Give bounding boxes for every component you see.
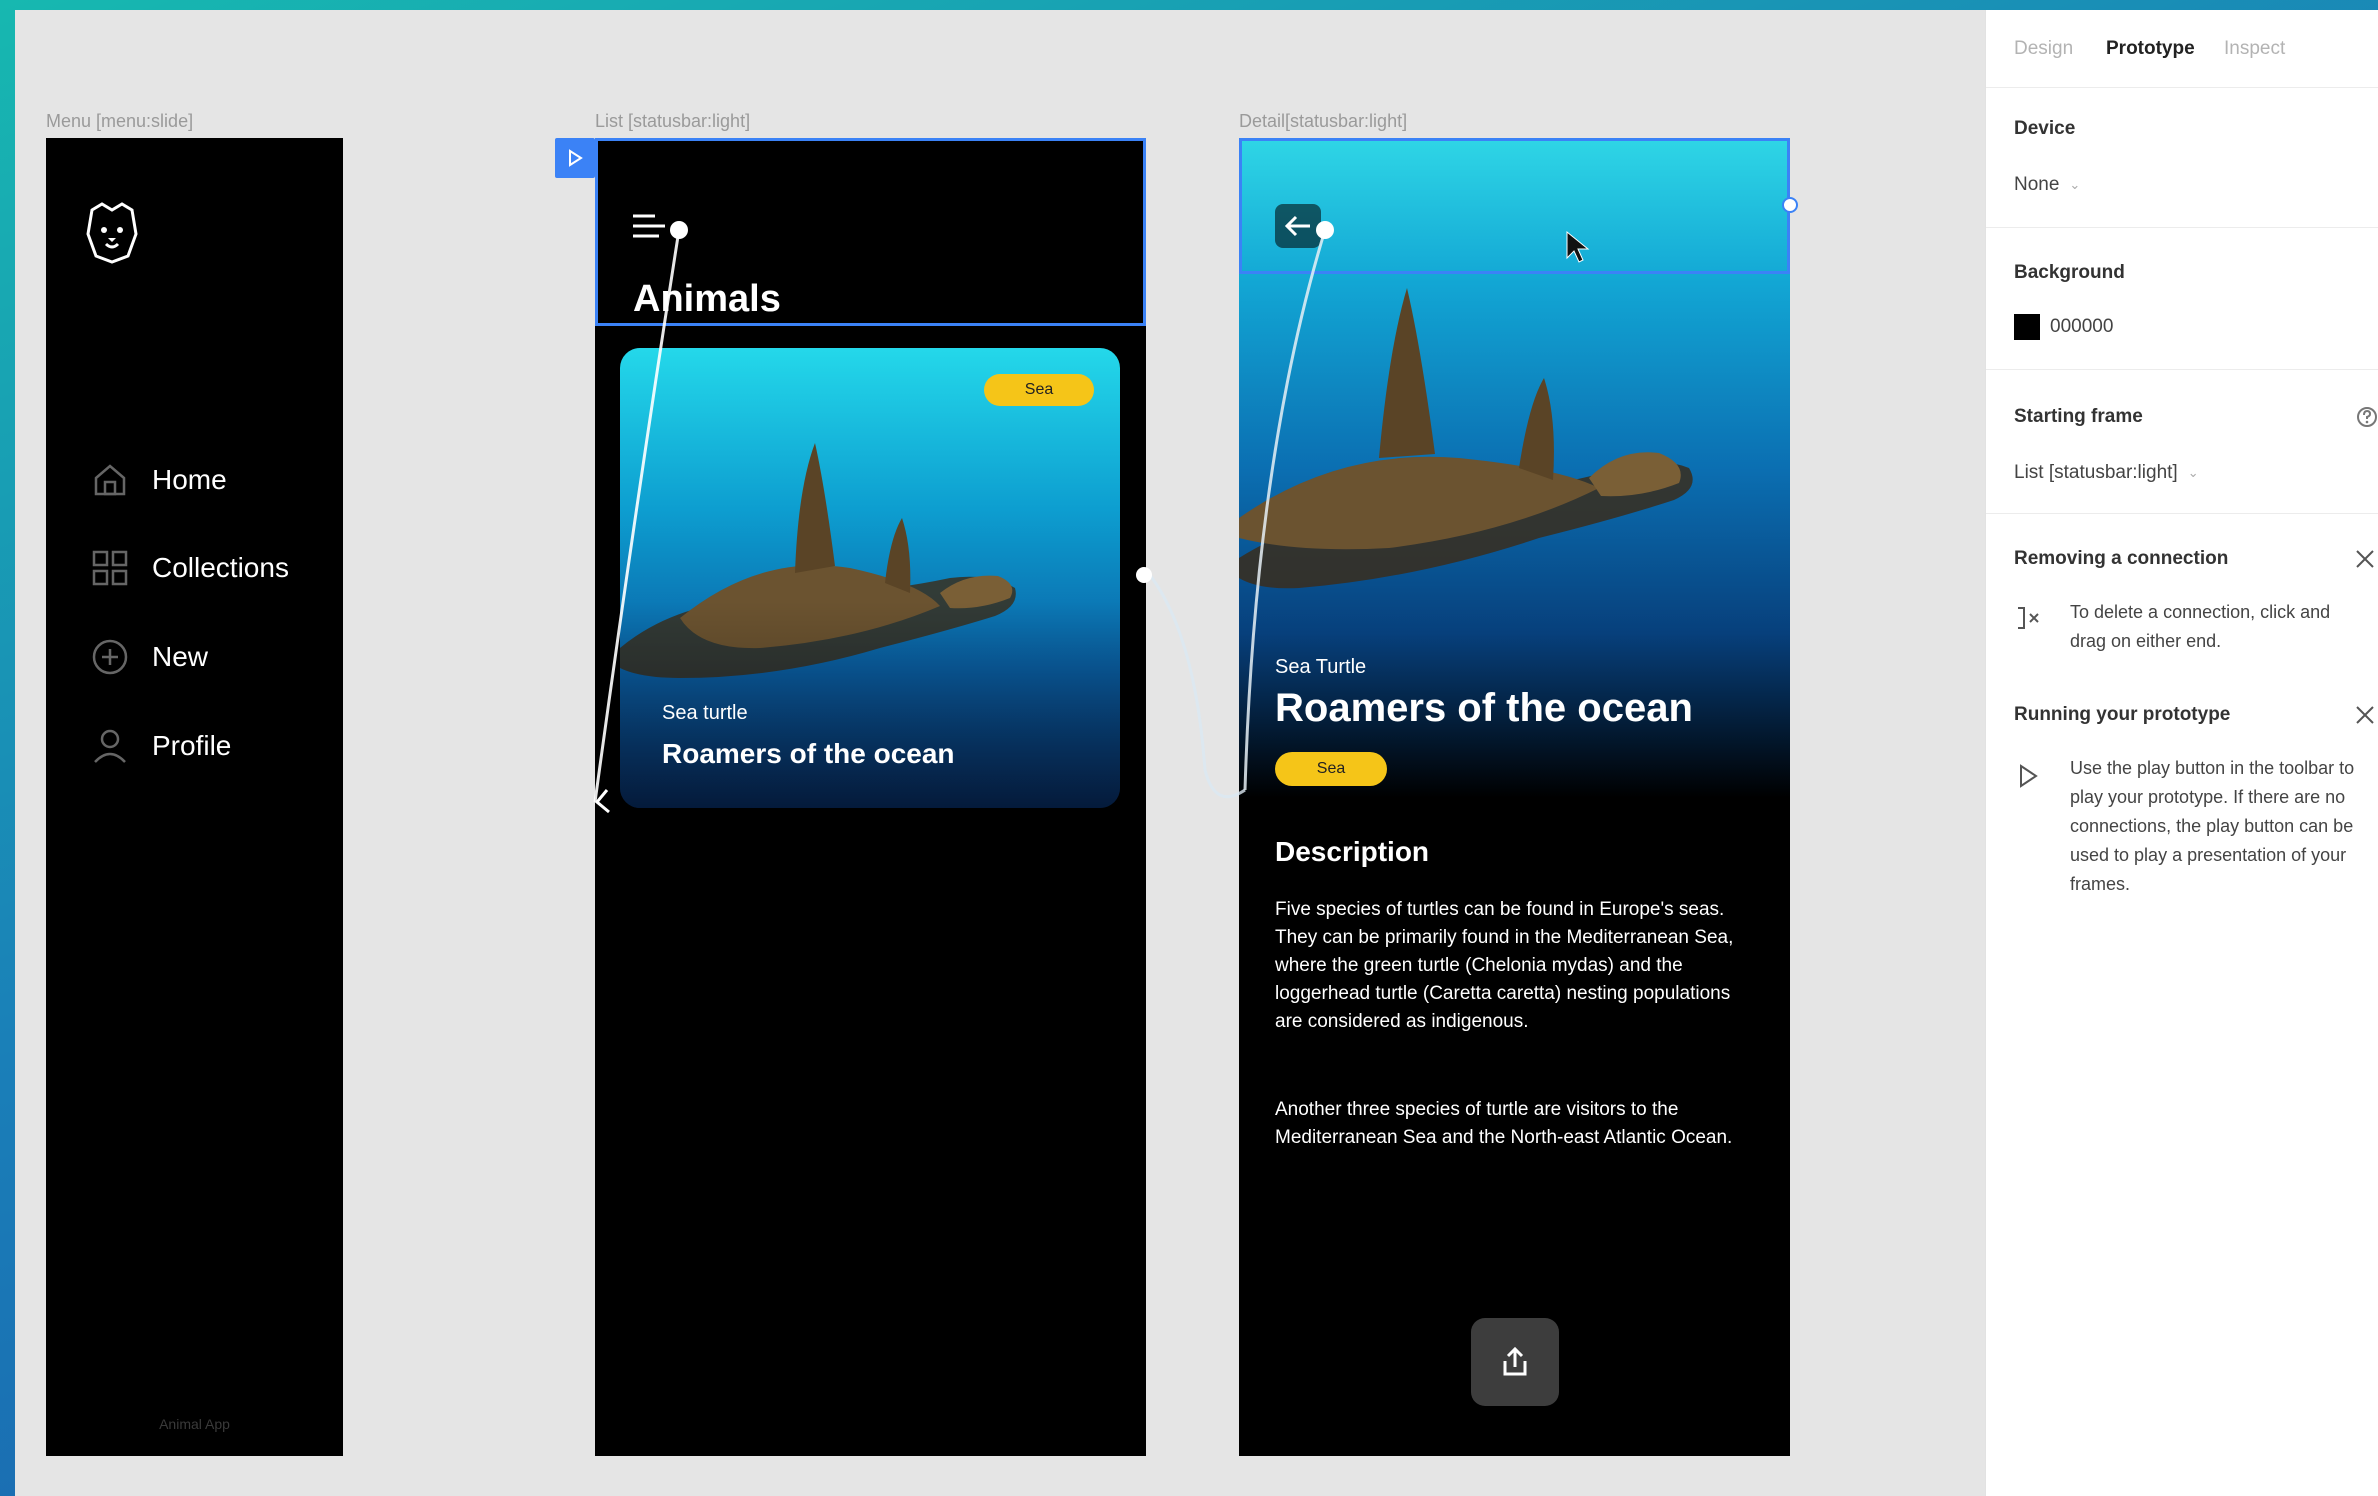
- starting-frame-value: List [statusbar:light]: [2014, 462, 2178, 483]
- share-button[interactable]: [1471, 1318, 1559, 1406]
- background-title: Background: [2014, 262, 2125, 283]
- disconnect-icon: [2018, 607, 2039, 629]
- chevron-down-icon: ⌄: [2069, 177, 2081, 192]
- play-icon: [2020, 764, 2038, 788]
- menu-item-label: Collections: [152, 552, 289, 583]
- user-icon: [94, 729, 126, 763]
- animal-card[interactable]: Sea Sea turtle Roamers of the ocean: [620, 348, 1120, 808]
- description-paragraph-2: Another three species of turtle are visi…: [1275, 1099, 1733, 1148]
- plus-circle-icon: [92, 639, 128, 675]
- list-title: Animals: [633, 278, 781, 320]
- close-icon[interactable]: [2354, 548, 2376, 570]
- background-section: Background 000000: [1986, 228, 2378, 370]
- starting-frame-select[interactable]: List [statusbar:light] ⌄: [2014, 462, 2199, 484]
- menu-item-label: Profile: [152, 730, 232, 761]
- menu-item-label: New: [152, 641, 209, 672]
- tab-prototype[interactable]: Prototype: [2106, 38, 2195, 60]
- description-paragraph-1: Five species of turtles can be found in …: [1275, 899, 1734, 1032]
- starting-frame-flag[interactable]: [555, 138, 595, 178]
- canvas[interactable]: Menu [menu:slide] Home Collections New P…: [15, 10, 1985, 1496]
- color-swatch[interactable]: [2014, 314, 2040, 340]
- background-value[interactable]: 000000: [2050, 316, 2113, 338]
- menu-footer: Animal App: [159, 1416, 230, 1432]
- list-frame[interactable]: Animals Sea Sea turtle Roamers of the oc…: [595, 138, 1146, 1456]
- list-frame-label[interactable]: List [statusbar:light]: [595, 111, 750, 132]
- detail-badge: Sea: [1275, 752, 1387, 786]
- background-color-field[interactable]: 000000: [2014, 314, 2113, 340]
- close-icon[interactable]: [2354, 704, 2376, 726]
- chevron-down-icon: ⌄: [2187, 465, 2199, 480]
- bear-logo-icon: [86, 202, 138, 264]
- card-subtitle: Sea turtle: [662, 702, 748, 724]
- device-title: Device: [2014, 118, 2076, 139]
- menu-item-home[interactable]: Home: [90, 458, 227, 502]
- panel-tabs: Design Prototype Inspect: [1986, 10, 2378, 88]
- starting-frame-section: Starting frame List [statusbar:light] ⌄: [1986, 370, 2378, 514]
- menu-item-label: Home: [152, 464, 227, 495]
- card-to-detail-connection[interactable]: [1144, 569, 1246, 799]
- figma-app: Menu [menu:slide] Home Collections New P…: [15, 10, 2378, 1496]
- description-heading: Description: [1275, 836, 1430, 867]
- menu-frame-label[interactable]: Menu [menu:slide]: [46, 111, 193, 132]
- tab-inspect[interactable]: Inspect: [2224, 38, 2285, 60]
- detail-header-selected[interactable]: [1239, 138, 1790, 274]
- back-button[interactable]: [1275, 204, 1321, 248]
- starting-frame-title: Starting frame: [2014, 406, 2143, 427]
- removing-connection-title: Removing a connection: [2014, 548, 2229, 569]
- home-icon: [94, 464, 126, 496]
- device-section: Device None ⌄: [1986, 88, 2378, 228]
- menu-item-collections[interactable]: Collections: [90, 546, 289, 590]
- running-prototype-text: Use the play button in the toolbar to pl…: [2070, 758, 2355, 894]
- menu-frame[interactable]: Home Collections New Profile Animal App: [46, 138, 343, 1456]
- detail-subtitle: Sea Turtle: [1275, 656, 1367, 678]
- menu-item-new[interactable]: New: [90, 635, 208, 679]
- help-icon[interactable]: [2356, 406, 2378, 428]
- removing-connection-section: Removing a connection To delete a connec…: [1986, 514, 2378, 670]
- hamburger-menu-icon[interactable]: [633, 213, 669, 243]
- tab-design[interactable]: Design: [2014, 38, 2073, 60]
- detail-frame[interactable]: Sea Turtle Roamers of the ocean Sea Desc…: [1239, 138, 1790, 1456]
- device-value: None: [2014, 174, 2060, 195]
- running-prototype-title: Running your prototype: [2014, 704, 2231, 725]
- menu-item-profile[interactable]: Profile: [90, 724, 231, 768]
- card-badge: Sea: [984, 374, 1094, 406]
- device-select[interactable]: None ⌄: [2014, 174, 2080, 196]
- card-title: Roamers of the ocean: [662, 738, 955, 769]
- running-prototype-section: Running your prototype Use the play butt…: [1986, 670, 2378, 910]
- arrow-left-icon: [1284, 215, 1310, 237]
- removing-connection-text: To delete a connection, click and drag o…: [2070, 602, 2331, 651]
- grid-icon: [92, 550, 128, 586]
- play-icon: [569, 149, 583, 167]
- share-icon: [1503, 1346, 1527, 1376]
- detail-frame-label[interactable]: Detail[statusbar:light]: [1239, 111, 1407, 132]
- properties-panel: Design Prototype Inspect Device None ⌄ B…: [1985, 10, 2378, 1496]
- detail-title: Roamers of the ocean: [1275, 686, 1693, 730]
